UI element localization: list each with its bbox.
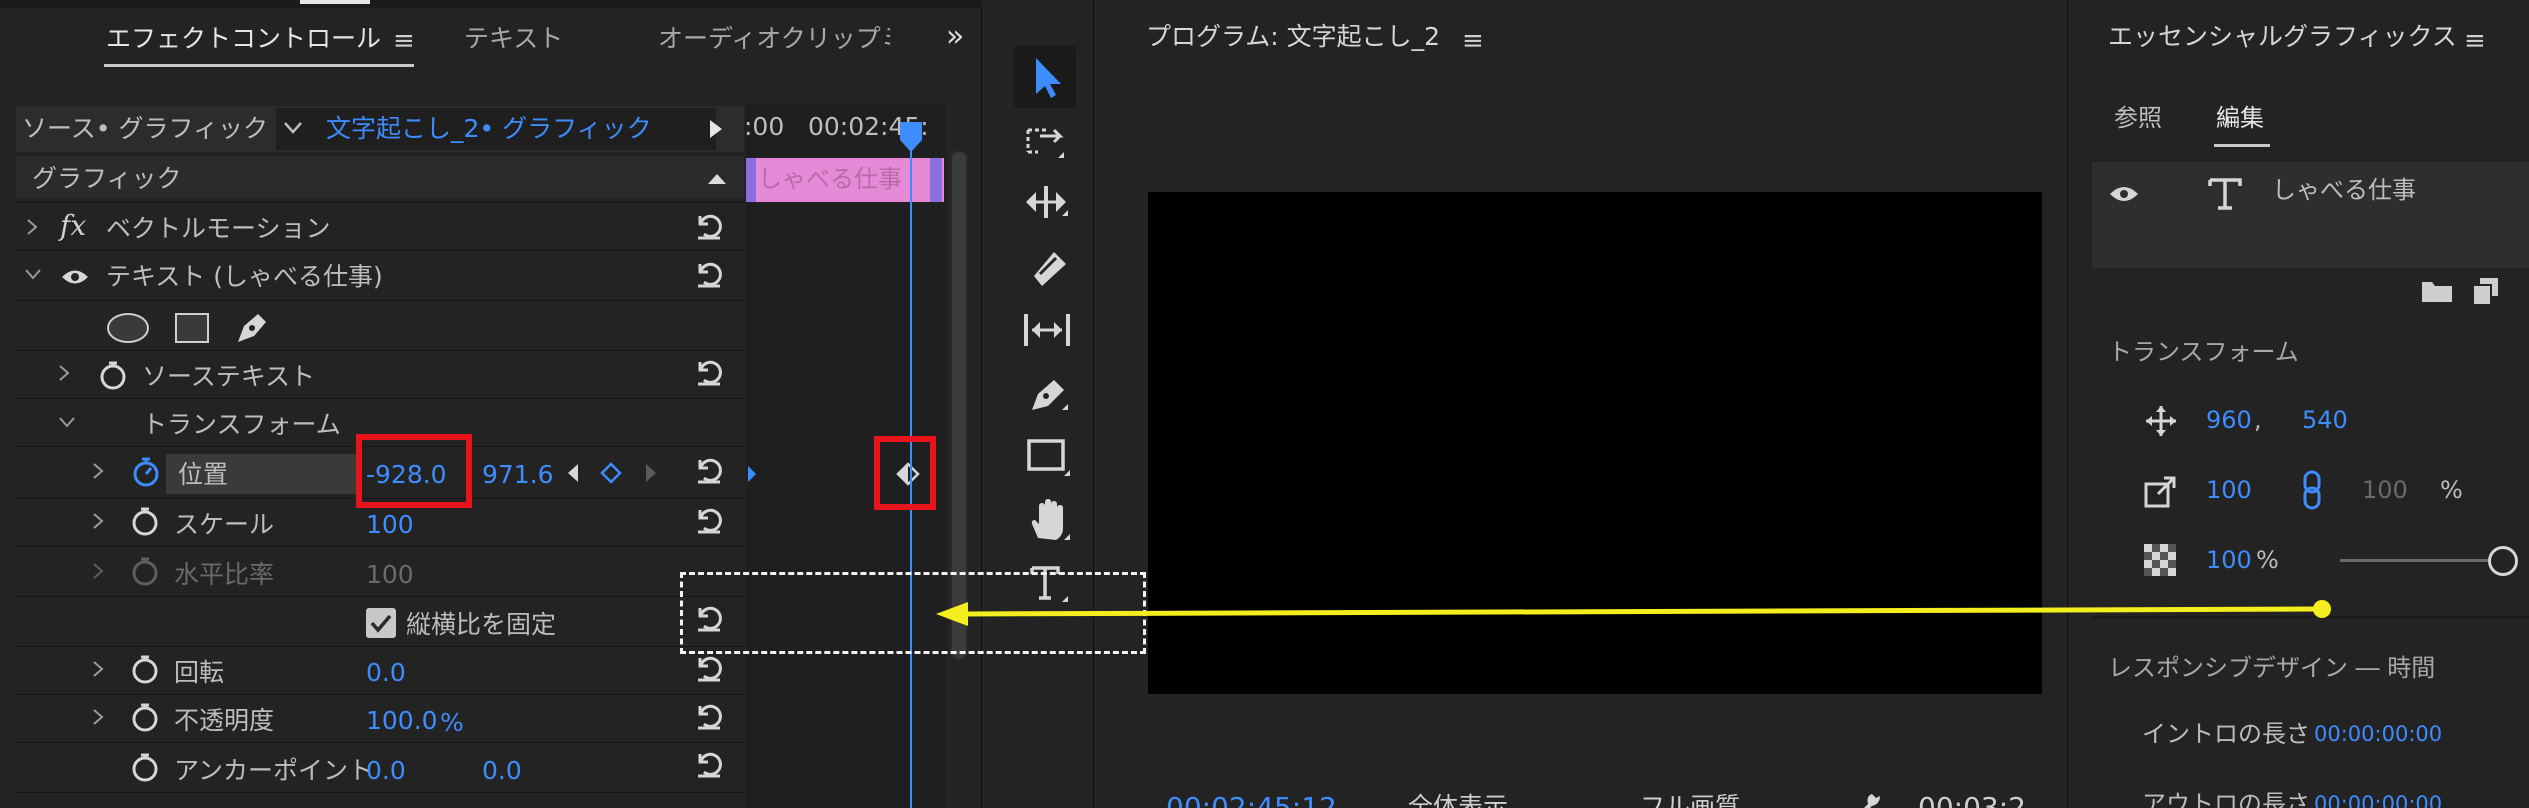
annotation-arrow bbox=[936, 600, 2331, 626]
